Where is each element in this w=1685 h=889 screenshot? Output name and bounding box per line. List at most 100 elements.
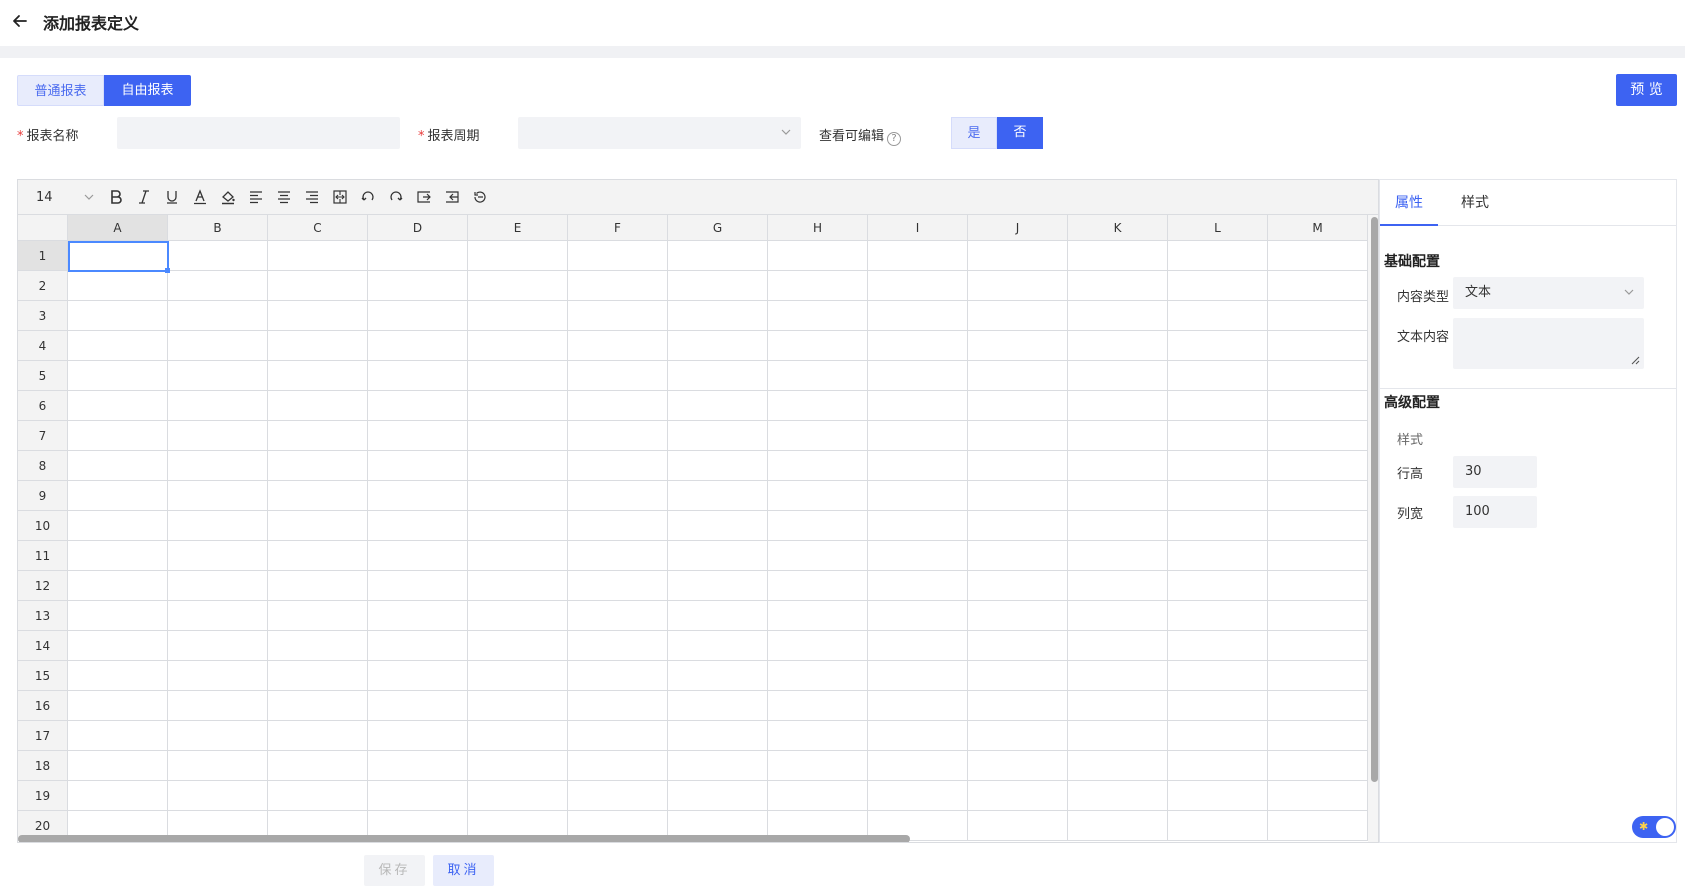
underline-icon[interactable]	[158, 180, 186, 215]
properties-panel: 属性 样式 基础配置 内容类型 文本 文本内容 高级配置 样式 行高 30 列宽…	[1379, 179, 1677, 843]
italic-icon[interactable]	[130, 180, 158, 215]
editable-label: 查看可编辑?	[819, 125, 902, 146]
sheet-corner[interactable]	[18, 215, 68, 241]
align-right-icon[interactable]	[298, 180, 326, 215]
row-header[interactable]: 13	[18, 601, 68, 631]
row-header[interactable]: 10	[18, 511, 68, 541]
help-icon[interactable]: ?	[887, 132, 902, 146]
tab-style[interactable]: 样式	[1450, 180, 1500, 226]
row-header[interactable]: 6	[18, 391, 68, 421]
row-header[interactable]: 15	[18, 661, 68, 691]
col-width-input[interactable]: 100	[1453, 496, 1537, 528]
theme-toggle[interactable]: ✱	[1632, 816, 1676, 838]
column-header[interactable]: H	[768, 215, 868, 241]
column-header[interactable]: G	[668, 215, 768, 241]
column-header[interactable]: K	[1068, 215, 1168, 241]
row-header[interactable]: 14	[18, 631, 68, 661]
row-header[interactable]: 2	[18, 271, 68, 301]
row-header[interactable]: 19	[18, 781, 68, 811]
arrow-left-icon[interactable]	[10, 11, 30, 31]
tab-properties[interactable]: 属性	[1380, 180, 1438, 226]
column-header[interactable]: M	[1268, 215, 1368, 241]
insert-row-icon[interactable]	[410, 180, 438, 215]
text-content-textarea[interactable]	[1453, 318, 1644, 369]
column-header[interactable]: D	[368, 215, 468, 241]
horizontal-scrollbar[interactable]	[18, 835, 910, 842]
report-type-tabs: 普通报表 自由报表	[17, 75, 191, 106]
row-header[interactable]: 1	[18, 241, 68, 271]
row-header[interactable]: 7	[18, 421, 68, 451]
row-header[interactable]: 4	[18, 331, 68, 361]
chevron-down-icon	[84, 194, 94, 200]
row-header[interactable]: 16	[18, 691, 68, 721]
cell-grid[interactable]	[68, 241, 1368, 841]
row-height-input[interactable]: 30	[1453, 456, 1537, 488]
report-period-label: * 报表周期	[418, 129, 480, 144]
column-header[interactable]: C	[268, 215, 368, 241]
content-type-label: 内容类型	[1397, 290, 1450, 305]
selected-cell[interactable]	[68, 241, 169, 272]
font-size-select[interactable]: 14	[18, 180, 102, 215]
fill-color-icon[interactable]	[214, 180, 242, 215]
align-center-icon[interactable]	[270, 180, 298, 215]
editable-yes-button[interactable]: 是	[951, 117, 997, 149]
report-form-row: * 报表名称 * 报表周期 查看可编辑? 是 否	[0, 117, 1685, 149]
row-header[interactable]: 17	[18, 721, 68, 751]
required-mark: *	[418, 129, 425, 144]
header-divider	[0, 46, 1685, 58]
column-header[interactable]: E	[468, 215, 568, 241]
merge-cells-icon[interactable]	[326, 180, 354, 215]
row-header[interactable]: 9	[18, 481, 68, 511]
row-header[interactable]: 11	[18, 541, 68, 571]
page-header: 添加报表定义	[0, 0, 1685, 46]
col-width-label: 列宽	[1397, 507, 1424, 522]
column-header[interactable]: I	[868, 215, 968, 241]
spreadsheet: 14 ABCDEFGHIJKLM 1 2 3 4 5 6 7 8 9 10 11 12 13 14 15 16…	[17, 179, 1379, 843]
preview-button[interactable]: 预 览	[1616, 74, 1677, 106]
editable-toggle: 是 否	[951, 117, 1043, 149]
cancel-button[interactable]: 取消	[433, 855, 494, 886]
row-header[interactable]: 8	[18, 451, 68, 481]
content-type-select[interactable]: 文本	[1453, 277, 1644, 309]
page-title: 添加报表定义	[43, 14, 140, 33]
panel-tabs: 属性 样式	[1380, 180, 1676, 226]
sheet-toolbar: 14	[18, 180, 1378, 215]
row-header[interactable]: 18	[18, 751, 68, 781]
row-header[interactable]: 12	[18, 571, 68, 601]
column-header[interactable]: A	[68, 215, 168, 241]
row-header[interactable]: 3	[18, 301, 68, 331]
style-label: 样式	[1397, 433, 1424, 448]
required-mark: *	[17, 129, 24, 144]
column-header[interactable]: B	[168, 215, 268, 241]
sun-icon: ✱	[1639, 820, 1649, 833]
column-header[interactable]: F	[568, 215, 668, 241]
tab-normal-report[interactable]: 普通报表	[17, 75, 104, 106]
basic-config-title: 基础配置	[1384, 254, 1440, 270]
report-period-select[interactable]	[518, 117, 801, 149]
redo-icon[interactable]	[382, 180, 410, 215]
editable-no-button[interactable]: 否	[997, 117, 1043, 149]
section-divider	[1380, 388, 1676, 389]
insert-col-icon[interactable]	[438, 180, 466, 215]
column-header[interactable]: L	[1168, 215, 1268, 241]
tab-free-report[interactable]: 自由报表	[104, 75, 191, 106]
vertical-scrollbar[interactable]	[1371, 217, 1378, 782]
row-header[interactable]: 5	[18, 361, 68, 391]
save-button[interactable]: 保存	[364, 855, 425, 886]
chevron-down-icon	[781, 129, 791, 135]
report-name-input[interactable]	[117, 117, 400, 149]
report-name-label: * 报表名称	[17, 129, 79, 144]
align-left-icon[interactable]	[242, 180, 270, 215]
toggle-knob	[1656, 818, 1674, 836]
advanced-config-title: 高级配置	[1384, 395, 1440, 411]
clear-icon[interactable]	[466, 180, 494, 215]
bold-icon[interactable]	[102, 180, 130, 215]
column-header[interactable]: J	[968, 215, 1068, 241]
fill-handle[interactable]	[165, 268, 170, 273]
row-height-label: 行高	[1397, 467, 1424, 482]
chevron-down-icon	[1624, 289, 1634, 295]
undo-icon[interactable]	[354, 180, 382, 215]
text-content-label: 文本内容	[1397, 330, 1450, 345]
font-color-icon[interactable]	[186, 180, 214, 215]
resize-handle-icon[interactable]	[1630, 355, 1640, 365]
